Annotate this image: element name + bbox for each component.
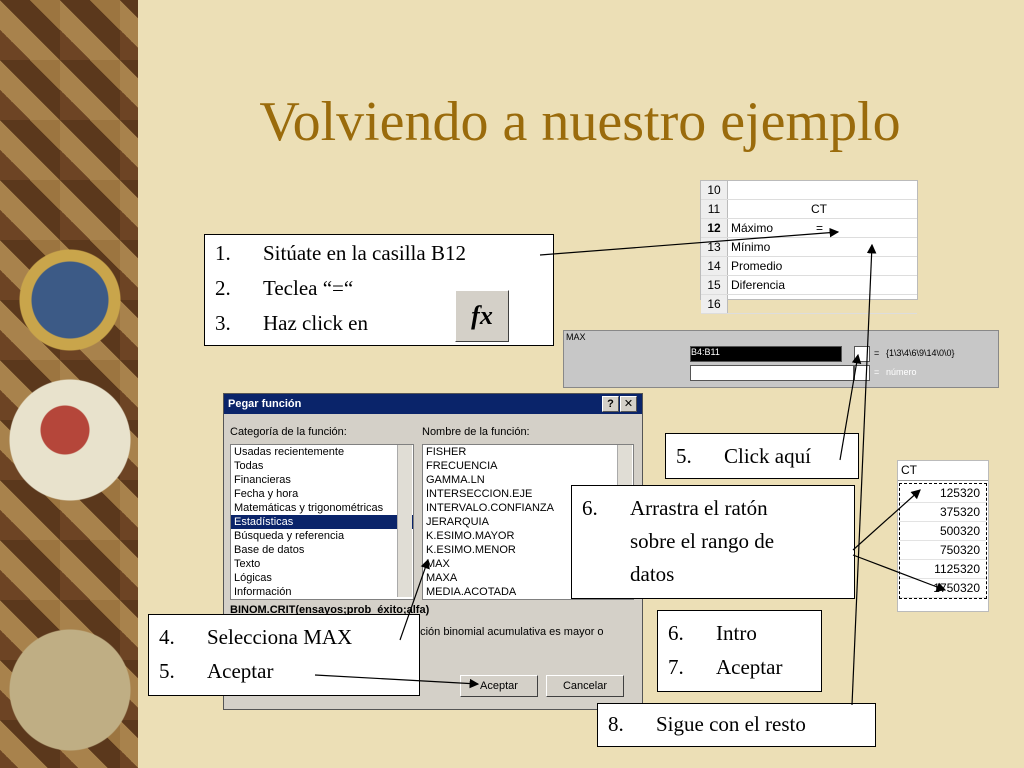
connector-lines [314,227,947,706]
